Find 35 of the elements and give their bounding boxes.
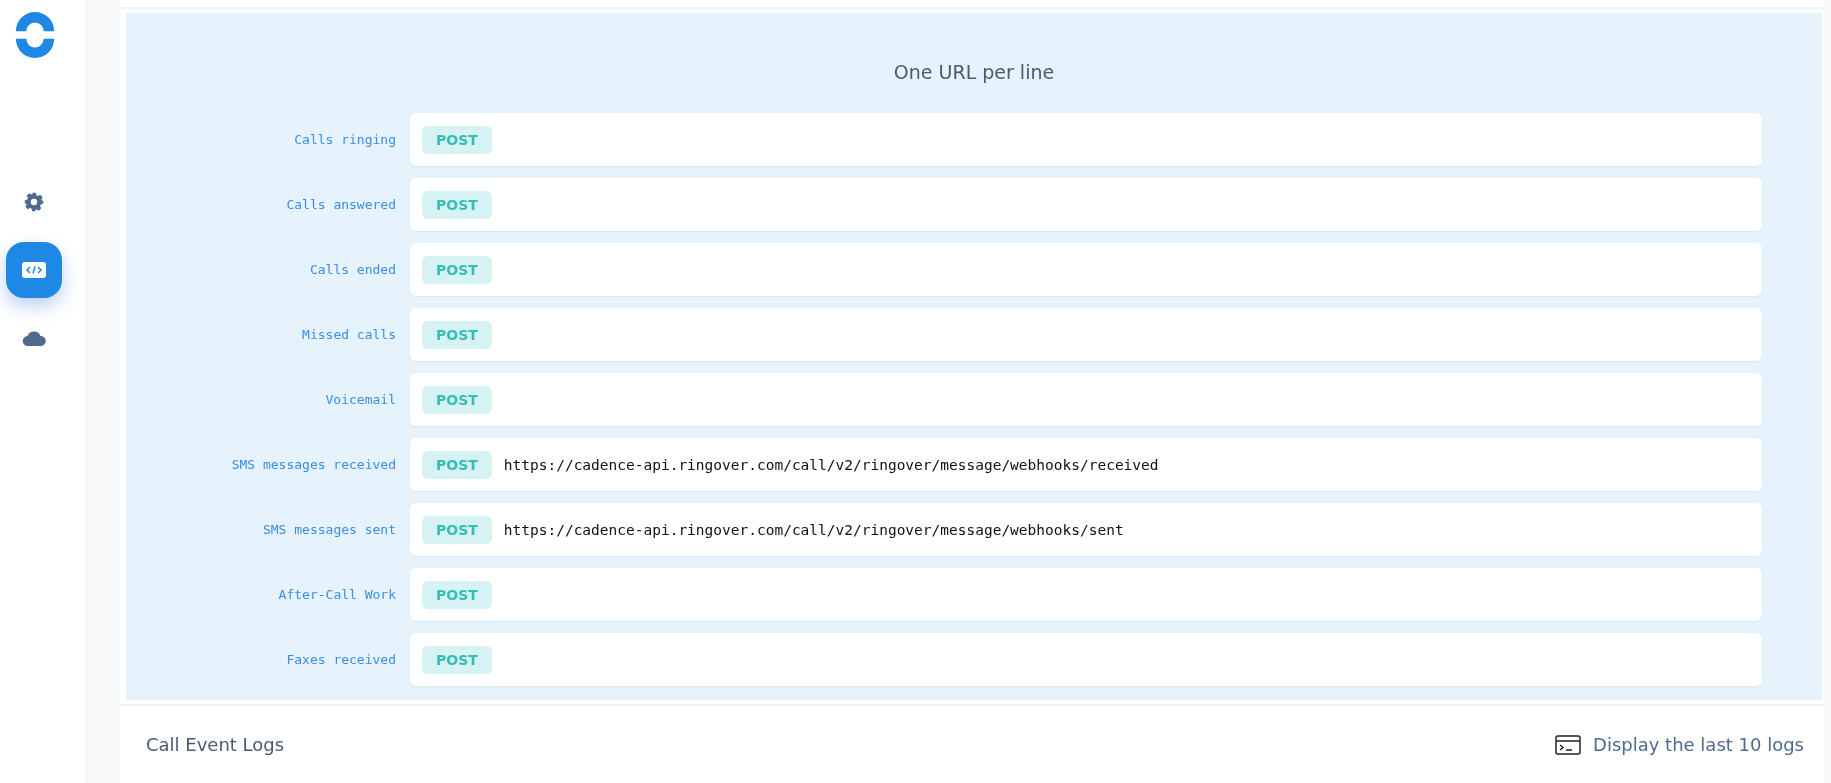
webhook-label: Calls ended — [308, 262, 397, 277]
method-tag: POST — [422, 645, 492, 674]
webhook-label: SMS messages sent — [261, 522, 397, 537]
method-tag: POST — [422, 320, 492, 349]
webhook-label: Faxes received — [285, 652, 397, 667]
url-field[interactable]: POST — [410, 568, 1762, 621]
url-field[interactable]: POST https://cadence-api.ringover.com/call/v2/ringover/message/webhooks/sent — [410, 503, 1762, 556]
section-title: Call Event Logs — [146, 734, 285, 755]
webhook-label: Voicemail — [324, 392, 397, 407]
webhook-label: After-Call Work — [277, 587, 397, 602]
method-tag: POST — [422, 385, 492, 414]
webhook-label: Missed calls — [301, 327, 397, 342]
method-tag: POST — [422, 515, 492, 544]
cloud-icon — [22, 330, 46, 346]
method-tag: POST — [422, 190, 492, 219]
method-tag: POST — [422, 580, 492, 609]
url-field[interactable]: POST — [410, 178, 1762, 231]
display-logs-link[interactable]: Display the last 10 logs — [1593, 734, 1804, 755]
url-field[interactable]: POST — [410, 633, 1762, 686]
url-field[interactable]: POST — [410, 243, 1762, 296]
webhook-label: Calls answered — [285, 197, 397, 212]
code-icon — [22, 262, 46, 278]
terminal-icon — [1555, 734, 1582, 755]
method-tag: POST — [422, 255, 492, 284]
panel-title: One URL per line — [892, 61, 1056, 83]
gear-icon — [23, 191, 45, 213]
code-button[interactable] — [6, 242, 62, 298]
webhook-label: Calls ringing — [293, 132, 397, 147]
url-field[interactable]: POST https://cadence-api.ringover.com/call/v2/ringover/message/webhooks/received — [410, 438, 1762, 491]
method-tag: POST — [422, 450, 492, 479]
url-field[interactable]: POST — [410, 308, 1762, 361]
url-field[interactable]: POST — [410, 113, 1762, 166]
method-tag: POST — [422, 125, 492, 154]
webhook-label: SMS messages received — [230, 457, 397, 472]
url-field[interactable]: POST — [410, 373, 1762, 426]
